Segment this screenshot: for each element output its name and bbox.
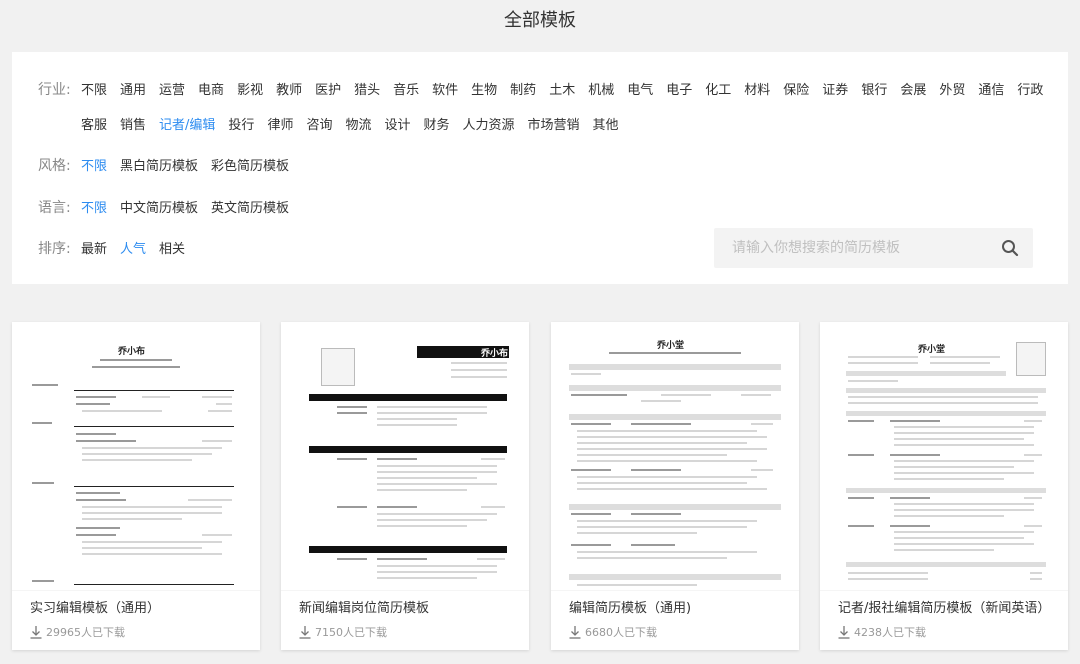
industry-option[interactable]: 市场营销 (528, 114, 580, 133)
industry-option[interactable]: 保险 (783, 79, 809, 98)
industry-option[interactable]: 律师 (267, 114, 293, 133)
template-thumbnail[interactable]: 乔小堂 (551, 322, 799, 590)
industry-option[interactable]: 机械 (588, 79, 614, 98)
style-option[interactable]: 彩色简历模板 (211, 155, 289, 174)
resume-name: 乔小堂 (657, 341, 685, 351)
resume-name: 乔小布 (118, 347, 146, 357)
industry-option[interactable]: 通信 (978, 79, 1004, 98)
industry-filter-row-2: 客服 销售 记者/编辑 投行 律师 咨询 物流 设计 财务 人力资源 市场营销 其他 (81, 114, 632, 133)
page-title: 全部模板 (504, 10, 576, 31)
filter-panel: 行业: 不限 通用 运营 电商 影视 教师 医护 猎头 音乐 软件 生物 制药 土木 机械 电气 电子 化工 材料保… (12, 52, 1068, 284)
style-option[interactable]: 不限 (81, 155, 107, 174)
industry-option[interactable]: 银行 (861, 79, 887, 98)
style-filter-label: 风格: (38, 158, 71, 174)
industry-option[interactable]: 制药 (510, 79, 536, 98)
industry-option[interactable]: 物流 (345, 114, 371, 133)
industry-option[interactable]: 人力资源 (463, 114, 515, 133)
download-icon (30, 626, 42, 639)
download-count: 7150人已下载 (299, 624, 387, 640)
template-thumbnail[interactable]: 乔小布 (281, 322, 529, 590)
industry-option[interactable]: 化工 (705, 79, 731, 98)
style-filter-row: 风格: 不限 黑白简历模板 彩色简历模板 (38, 155, 302, 175)
industry-option[interactable]: 运营 (159, 79, 185, 98)
search-box (714, 228, 1033, 268)
template-title[interactable]: 实习编辑模板（通用） (30, 597, 245, 616)
language-option[interactable]: 英文简历模板 (211, 197, 289, 216)
industry-option[interactable]: 证券 (822, 79, 848, 98)
template-title[interactable]: 编辑简历模板（通用) (569, 597, 784, 616)
language-filter-label: 语言: (38, 200, 71, 216)
industry-option[interactable]: 咨询 (306, 114, 332, 133)
industry-option[interactable]: 软件 (432, 79, 458, 98)
industry-option[interactable]: 销售 (120, 114, 146, 133)
industry-option[interactable]: 猎头 (354, 79, 380, 98)
resume-name: 乔小堂 (918, 345, 946, 355)
industry-option[interactable]: 电商 (198, 79, 224, 98)
search-icon[interactable] (1001, 239, 1019, 257)
download-count: 29965人已下载 (30, 624, 125, 640)
sort-filter-row: 排序: 最新 人气 相关 (38, 238, 198, 258)
template-card[interactable]: 乔小布 新闻编辑岗位简历模板 7150人已下载 (281, 322, 529, 650)
template-title[interactable]: 记者/报社编辑简历模板（新闻英语） (838, 597, 1053, 616)
industry-option[interactable]: 记者/编辑 (159, 114, 215, 133)
industry-option[interactable]: 教师 (276, 79, 302, 98)
industry-option[interactable]: 音乐 (393, 79, 419, 98)
industry-option[interactable]: 会展 (900, 79, 926, 98)
sort-option[interactable]: 相关 (159, 238, 185, 257)
industry-option[interactable]: 电子 (666, 79, 692, 98)
industry-option[interactable]: 生物 (471, 79, 497, 98)
industry-option[interactable]: 投行 (228, 114, 254, 133)
style-option[interactable]: 黑白简历模板 (120, 155, 198, 174)
industry-option[interactable]: 电气 (627, 79, 653, 98)
template-card[interactable]: 乔小布 实习编辑模板（通用） 29965人已下载 (12, 322, 260, 650)
search-input[interactable] (714, 228, 984, 268)
industry-option[interactable]: 财务 (424, 114, 450, 133)
industry-option[interactable]: 影视 (237, 79, 263, 98)
sort-filter-label: 排序: (38, 241, 71, 257)
template-thumbnail[interactable]: 乔小布 (12, 322, 260, 590)
industry-option[interactable]: 设计 (384, 114, 410, 133)
industry-option[interactable]: 外贸 (939, 79, 965, 98)
industry-option[interactable]: 土木 (549, 79, 575, 98)
template-card[interactable]: 乔小堂 记者/报社编辑简历模板（新闻英语） 4238人已下载 (820, 322, 1068, 650)
industry-option[interactable]: 医护 (315, 79, 341, 98)
template-card[interactable]: 乔小堂 编辑简历模板（通用) 6680人已下载 (551, 322, 799, 650)
language-filter-row: 语言: 不限 中文简历模板 英文简历模板 (38, 197, 302, 217)
resume-name: 乔小布 (481, 349, 509, 359)
industry-option[interactable]: 不限 (81, 79, 107, 98)
industry-filter-label: 行业: (38, 82, 71, 98)
industry-option[interactable]: 其他 (593, 114, 619, 133)
download-icon (569, 626, 581, 639)
language-option[interactable]: 不限 (81, 197, 107, 216)
download-count: 6680人已下载 (569, 624, 657, 640)
template-thumbnail[interactable]: 乔小堂 (820, 322, 1068, 590)
industry-option[interactable]: 材料 (744, 79, 770, 98)
sort-option[interactable]: 最新 (81, 238, 107, 257)
sort-option[interactable]: 人气 (120, 238, 146, 257)
industry-option[interactable]: 通用 (120, 79, 146, 98)
industry-option[interactable]: 行政 (1017, 79, 1043, 98)
download-icon (299, 626, 311, 639)
language-option[interactable]: 中文简历模板 (120, 197, 198, 216)
industry-filter-row: 行业: 不限 通用 运营 电商 影视 教师 医护 猎头 音乐 软件 生物 制药 土木 机械 电气 电子 化工 材料保… (38, 79, 1056, 99)
template-title[interactable]: 新闻编辑岗位简历模板 (299, 597, 514, 616)
download-count: 4238人已下载 (838, 624, 926, 640)
industry-option[interactable]: 客服 (81, 114, 107, 133)
download-icon (838, 626, 850, 639)
